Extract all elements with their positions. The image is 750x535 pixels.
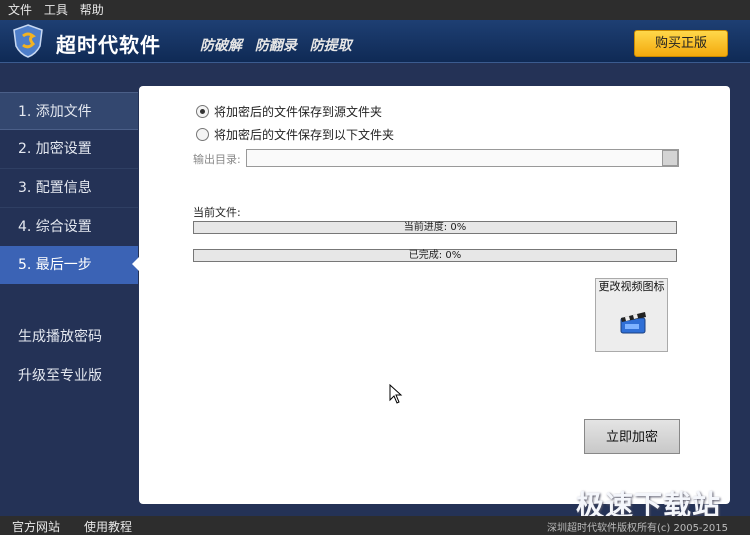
generate-password-link[interactable]: 生成播放密码 — [18, 326, 102, 346]
shield-logo-icon — [13, 24, 43, 58]
change-icon-label: 更改视频图标 — [598, 280, 665, 293]
sidebar-item-config-info[interactable]: 3. 配置信息 — [0, 169, 138, 207]
completed-progress-bar: 已完成: 0% — [193, 249, 677, 262]
radio-checked-icon[interactable] — [196, 105, 209, 118]
current-file-label: 当前文件: — [193, 206, 241, 219]
radio-save-other[interactable]: 将加密后的文件保存到以下文件夹 — [196, 126, 394, 143]
copyright-text: 深圳超时代软件版权所有(c) 2005-2015 — [547, 523, 728, 534]
slogan-anti-crack: 防破解 — [200, 38, 242, 54]
official-site-link[interactable]: 官方网站 — [12, 518, 60, 535]
sidebar: 1. 添加文件 2. 加密设置 3. 配置信息 4. 综合设置 5. 最后一步 — [0, 92, 139, 284]
sidebar-item-label: 5. 最后一步 — [18, 257, 92, 273]
app-header: 超时代软件 防破解 防翻录 防提取 购买正版 — [0, 20, 750, 63]
menu-tools[interactable]: 工具 — [44, 0, 68, 20]
sidebar-item-add-files[interactable]: 1. 添加文件 — [0, 92, 138, 130]
output-dir-input[interactable] — [246, 149, 679, 167]
sidebar-item-encrypt-settings[interactable]: 2. 加密设置 — [0, 130, 138, 168]
encrypt-now-button[interactable]: 立即加密 — [584, 419, 680, 454]
menu-bar: 文件 工具 帮助 — [0, 0, 750, 20]
radio-label: 将加密后的文件保存到以下文件夹 — [214, 128, 395, 142]
sidebar-item-final-step[interactable]: 5. 最后一步 — [0, 246, 139, 284]
app-title: 超时代软件 — [56, 33, 161, 57]
radio-unchecked-icon[interactable] — [196, 128, 209, 141]
menu-file[interactable]: 文件 — [8, 0, 32, 20]
progress-text: 已完成: 0% — [408, 250, 462, 261]
main-panel: 将加密后的文件保存到源文件夹 将加密后的文件保存到以下文件夹 输出目录: 当前文… — [139, 86, 730, 504]
output-dir-label: 输出目录: — [193, 153, 241, 166]
slogans: 防破解 防翻录 防提取 — [200, 35, 360, 55]
active-arrow-icon — [132, 257, 139, 271]
clapperboard-icon — [620, 312, 646, 334]
menu-help[interactable]: 帮助 — [80, 0, 104, 20]
footer: 官方网站 使用教程 深圳超时代软件版权所有(c) 2005-2015 — [0, 516, 750, 535]
slogan-anti-extract: 防提取 — [309, 38, 352, 54]
progress-text: 当前进度: 0% — [403, 222, 467, 233]
current-progress-bar: 当前进度: 0% — [193, 221, 677, 234]
radio-save-source[interactable]: 将加密后的文件保存到源文件夹 — [196, 103, 382, 120]
tutorial-link[interactable]: 使用教程 — [84, 518, 132, 535]
mouse-pointer-icon — [389, 384, 403, 404]
sidebar-item-general-settings[interactable]: 4. 综合设置 — [0, 208, 138, 246]
change-video-icon-button[interactable]: 更改视频图标 — [595, 278, 668, 352]
upgrade-pro-link[interactable]: 升级至专业版 — [18, 365, 102, 385]
browse-button[interactable] — [662, 150, 678, 166]
radio-label: 将加密后的文件保存到源文件夹 — [214, 105, 383, 119]
buy-button[interactable]: 购买正版 — [634, 30, 728, 57]
slogan-anti-record: 防翻录 — [254, 38, 297, 54]
